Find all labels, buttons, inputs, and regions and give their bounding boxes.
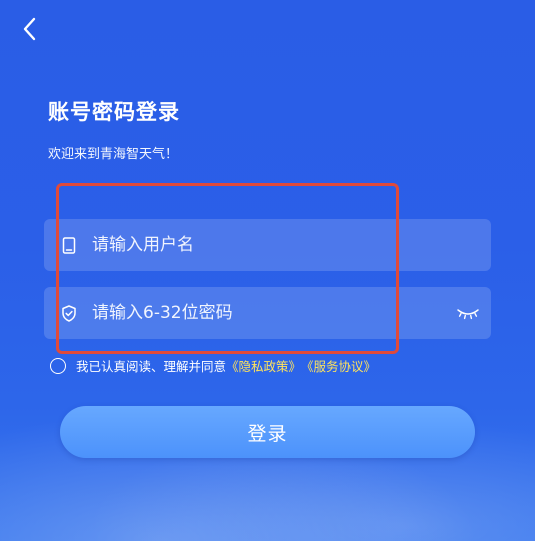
- phone-icon: [60, 236, 78, 254]
- password-field[interactable]: [44, 287, 491, 339]
- password-input[interactable]: [92, 287, 455, 339]
- agreement-radio[interactable]: [50, 357, 66, 374]
- page-subtitle: 欢迎来到青海智天气！: [48, 147, 179, 162]
- back-button[interactable]: [14, 14, 44, 44]
- eye-closed-icon: [457, 309, 479, 320]
- page-title: 账号密码登录: [48, 100, 180, 124]
- username-field[interactable]: [44, 219, 491, 271]
- privacy-policy-link[interactable]: 《隐私政策》: [226, 356, 301, 375]
- login-button[interactable]: 登录: [60, 406, 475, 458]
- agreement-row: 我已认真阅读、理解并同意 《隐私政策》 《服务协议》: [50, 356, 376, 375]
- username-input[interactable]: [92, 219, 491, 271]
- chevron-left-icon: [23, 17, 36, 41]
- agreement-text: 我已认真阅读、理解并同意: [76, 359, 227, 374]
- shield-check-icon: [60, 304, 78, 322]
- password-visibility-toggle[interactable]: [455, 303, 481, 323]
- service-agreement-link[interactable]: 《服务协议》: [301, 356, 376, 375]
